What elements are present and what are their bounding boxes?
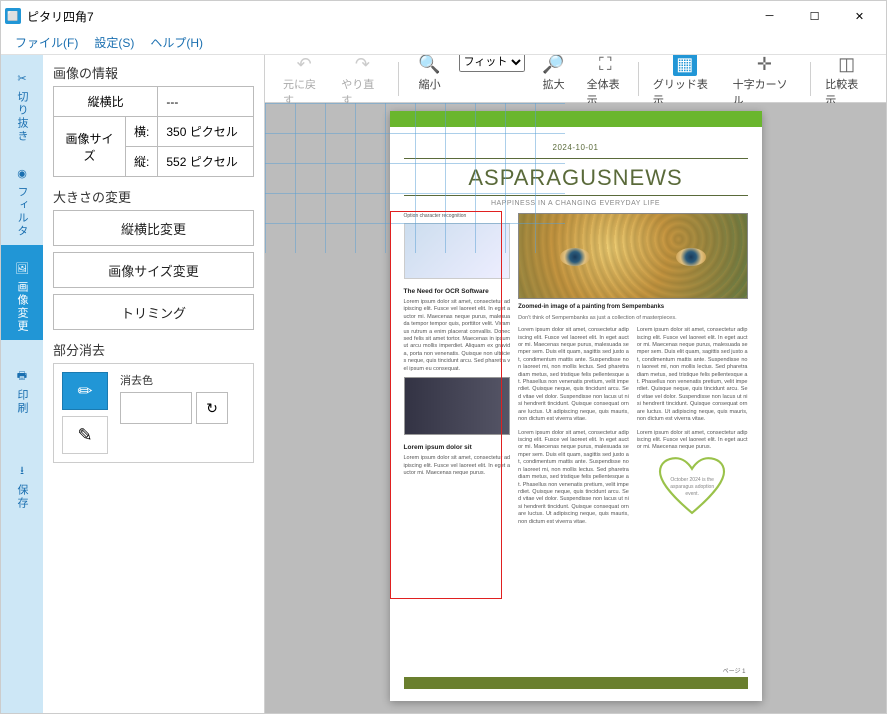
- zoom-out-icon: 🔍: [418, 55, 442, 76]
- erase-controls: ✏ ✎ 消去色 ↻: [53, 363, 254, 463]
- eyedropper-icon: ✎: [77, 425, 92, 446]
- menu-help[interactable]: ヘルプ(H): [142, 32, 211, 53]
- window-title: ピタリ四角7: [27, 8, 747, 25]
- undo-button[interactable]: ↶ 元に戻す: [275, 55, 333, 108]
- toolbar: ↶ 元に戻す ↷ やり直す 🔍 縮小 フィット: [265, 55, 886, 103]
- doc-title: ASPARAGUSNEWS: [404, 159, 748, 195]
- page-number: ページ 1: [723, 666, 746, 675]
- image-icon: 🖼: [12, 259, 32, 279]
- vertical-tab-strip: ✂ 切り抜き ◉ フィルタ 🖼 画像変更 🖶 印刷 ⭳ 保存: [1, 55, 43, 713]
- menu-file[interactable]: ファイル(F): [7, 32, 86, 53]
- close-button[interactable]: ✕: [837, 1, 882, 31]
- fit-all-button[interactable]: ⛶ 全体表示: [579, 55, 632, 108]
- zoom-fit-select[interactable]: フィット: [459, 55, 525, 72]
- compare-button[interactable]: ◫ 比較表示: [817, 55, 876, 108]
- doc-text: Lorem ipsum dolor sit amet, consectetur …: [518, 327, 629, 423]
- crosshair-button[interactable]: ✛ 十字カーソル: [725, 55, 805, 108]
- width-label: 横:: [126, 117, 158, 147]
- document-stage: 2024-10-01 ASPARAGUSNEWS HAPPINESS IN A …: [390, 111, 762, 701]
- doc-bottom-bar: [404, 677, 748, 689]
- reset-color-button[interactable]: ↻: [196, 392, 228, 424]
- eyedropper-tool-button[interactable]: ✎: [62, 416, 108, 454]
- tab-save[interactable]: ⭳ 保存: [1, 435, 43, 530]
- undo-icon: ↶: [292, 55, 316, 76]
- image-info-table: 縦横比 --- 画像サイズ 横: 350 ピクセル 縦: 552 ピクセル: [53, 86, 254, 177]
- tab-image-change-label: 画像変更: [14, 281, 30, 333]
- tab-crop[interactable]: ✂ 切り抜き: [1, 55, 43, 150]
- doc-heart-graphic: October 2024 is the asparagus adoption e…: [655, 456, 729, 520]
- toolbar-divider: [810, 62, 811, 96]
- toolbar-divider: [398, 62, 399, 96]
- painting-subcaption: Don't think of Sempembanks as just a col…: [518, 315, 747, 323]
- height-value: 552 ピクセル: [158, 147, 254, 177]
- eraser-tool-button[interactable]: ✏: [62, 372, 108, 410]
- tab-crop-label: 切り抜き: [14, 91, 30, 143]
- heart-text: October 2024 is the asparagus adoption e…: [655, 456, 729, 520]
- tab-print-label: 印刷: [14, 389, 30, 415]
- menubar: ファイル(F) 設定(S) ヘルプ(H): [1, 31, 886, 55]
- image-size-change-button[interactable]: 画像サイズ変更: [53, 252, 254, 288]
- minimize-button[interactable]: ─: [747, 1, 792, 31]
- refresh-icon: ↻: [206, 400, 218, 417]
- zoom-in-button[interactable]: 🔎 拡大: [529, 55, 579, 92]
- image-info-title: 画像の情報: [53, 63, 254, 82]
- eraser-icon: ✏: [77, 381, 92, 402]
- tab-filter[interactable]: ◉ フィルタ: [1, 150, 43, 245]
- doc-text: Lorem ipsum dolor sit amet, consectetur …: [637, 430, 748, 452]
- tab-filter-label: フィルタ: [14, 186, 30, 238]
- selection-rectangle[interactable]: [390, 211, 502, 599]
- crop-icon: ✂: [12, 69, 32, 89]
- compare-icon: ◫: [835, 55, 859, 76]
- grid-toggle-button[interactable]: ▦ グリッド表示: [645, 55, 725, 108]
- partial-erase-title: 部分消去: [53, 340, 254, 359]
- menu-settings[interactable]: 設定(S): [86, 32, 142, 53]
- doc-painting-image: [518, 213, 747, 299]
- toolbar-divider: [638, 62, 639, 96]
- zoom-out-button[interactable]: 🔍 縮小: [405, 55, 455, 92]
- aspect-ratio-label: 縦横比: [54, 87, 158, 117]
- zoom-out-label: 縮小: [419, 76, 441, 92]
- doc-text: Lorem ipsum dolor sit amet, consectetur …: [637, 327, 748, 423]
- app-icon: ⬜: [5, 8, 21, 24]
- doc-text: Lorem ipsum dolor sit amet, consectetur …: [518, 430, 629, 526]
- image-size-label: 画像サイズ: [54, 117, 126, 177]
- grid-icon: ▦: [673, 55, 697, 76]
- redo-icon: ↷: [350, 55, 374, 76]
- doc-top-bar: [390, 111, 762, 127]
- zoom-in-label: 拡大: [543, 76, 565, 92]
- trimming-button[interactable]: トリミング: [53, 294, 254, 330]
- aperture-icon: ◉: [12, 164, 32, 184]
- tab-save-label: 保存: [14, 484, 30, 510]
- canvas-area[interactable]: 2024-10-01 ASPARAGUSNEWS HAPPINESS IN A …: [265, 103, 886, 713]
- crosshair-icon: ✛: [752, 55, 776, 76]
- painting-caption: Zoomed-in image of a painting from Sempe…: [518, 303, 747, 311]
- titlebar: ⬜ ピタリ四角7 ─ ☐ ✕: [1, 1, 886, 31]
- fit-all-icon: ⛶: [593, 55, 617, 76]
- erase-color-label: 消去色: [120, 372, 245, 388]
- aspect-change-button[interactable]: 縦横比変更: [53, 210, 254, 246]
- tab-print[interactable]: 🖶 印刷: [1, 340, 43, 435]
- resize-section-title: 大きさの変更: [53, 187, 254, 206]
- maximize-button[interactable]: ☐: [792, 1, 837, 31]
- zoom-in-icon: 🔎: [542, 55, 566, 76]
- erase-color-swatch[interactable]: [120, 392, 192, 424]
- side-panel: 画像の情報 縦横比 --- 画像サイズ 横: 350 ピクセル 縦: 552 ピ…: [43, 55, 265, 713]
- width-value: 350 ピクセル: [158, 117, 254, 147]
- doc-date: 2024-10-01: [404, 143, 748, 159]
- redo-button[interactable]: ↷ やり直す: [333, 55, 391, 108]
- print-icon: 🖶: [12, 367, 32, 387]
- aspect-ratio-value: ---: [158, 87, 254, 117]
- tab-image-change[interactable]: 🖼 画像変更: [1, 245, 43, 340]
- save-icon: ⭳: [12, 462, 32, 482]
- height-label: 縦:: [126, 147, 158, 177]
- doc-subtitle: HAPPINESS IN A CHANGING EVERYDAY LIFE: [404, 195, 748, 207]
